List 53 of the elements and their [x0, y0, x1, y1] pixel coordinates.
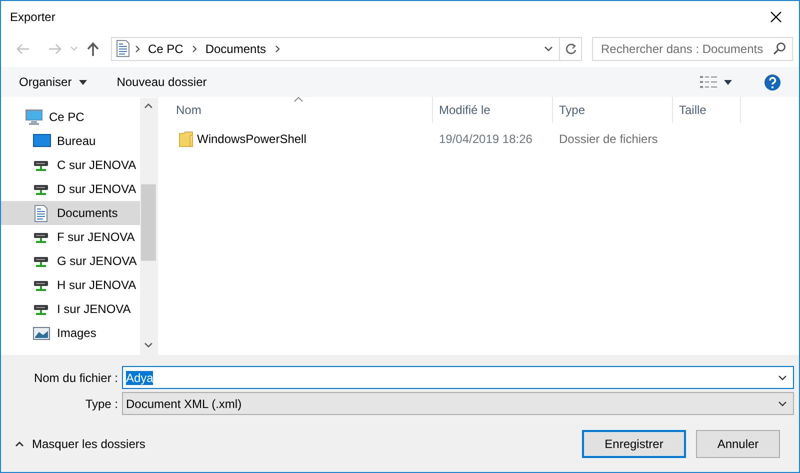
computer-icon: [25, 108, 43, 126]
window-title: Exporter: [10, 8, 56, 26]
details-view-icon: [700, 75, 717, 89]
up-arrow-icon: [85, 40, 101, 56]
picture-icon: [33, 324, 51, 342]
file-type: Dossier de fichiers: [559, 132, 658, 146]
document-icon: [116, 40, 130, 57]
help-icon: [764, 74, 781, 90]
sidebar-item[interactable]: G sur JENOVA: [1, 249, 140, 273]
search-field[interactable]: Rechercher dans : Documents: [592, 36, 793, 60]
breadcrumb-item[interactable]: Ce PC: [144, 40, 188, 58]
chevron-right-icon: [134, 44, 140, 52]
column-header[interactable]: Modifié le: [433, 97, 553, 123]
sidebar-item[interactable]: C sur JENOVA: [1, 153, 140, 177]
chevron-right-icon: [192, 44, 197, 52]
refresh-icon[interactable]: [564, 42, 576, 54]
column-header[interactable]: Nom: [158, 97, 433, 123]
sidebar-item[interactable]: D sur JENOVA: [1, 177, 140, 201]
sidebar-item[interactable]: H sur JENOVA: [1, 273, 140, 297]
date-modified: 19/04/2019 18:26: [439, 132, 532, 146]
column-header[interactable]: Type: [553, 97, 673, 123]
filename-field[interactable]: Adya: [122, 366, 794, 389]
cancel-button[interactable]: Annuler: [696, 430, 780, 458]
column-header[interactable]: Taille: [673, 97, 741, 123]
sidebar-item[interactable]: I sur JENOVA: [1, 297, 140, 321]
new-folder-button[interactable]: Nouveau dossier: [108, 70, 215, 94]
field-label: Nom du fichier :: [32, 370, 119, 386]
chevron-down-icon: [778, 400, 786, 406]
field-label: Type :: [84, 396, 119, 412]
desktop-icon: [33, 132, 51, 150]
file-name[interactable]: WindowsPowerShell: [197, 130, 306, 148]
chevron-up-icon: [15, 441, 24, 447]
chevron-right-icon: [274, 44, 280, 52]
sidebar-item[interactable]: Images: [1, 321, 140, 345]
sidebar-item[interactable]: Documents: [1, 201, 140, 225]
search-icon: [773, 42, 786, 55]
folder-icon: [179, 131, 193, 147]
save-button[interactable]: Enregistrer: [582, 430, 686, 458]
chevron-down-icon: [70, 44, 78, 52]
sidebar-item[interactable]: Bureau: [1, 129, 140, 153]
breadcrumb-item[interactable]: Documents: [201, 40, 270, 58]
chevron-down-icon: [778, 374, 786, 380]
sidebar-item[interactable]: Ce PC: [1, 105, 140, 129]
sidebar-item[interactable]: F sur JENOVA: [1, 225, 140, 249]
address-bar[interactable]: Ce PC Documents: [111, 36, 582, 60]
chevron-down-icon[interactable]: [544, 46, 552, 52]
hide-folders-button[interactable]: Masquer les dossiers: [11, 435, 150, 453]
scrollbar[interactable]: [140, 97, 157, 356]
organize-button[interactable]: Organiser: [11, 70, 95, 94]
file-type-dropdown[interactable]: Document XML (.xml): [122, 392, 794, 415]
caret-down-icon: [78, 80, 87, 84]
caret-down-icon: [724, 80, 732, 84]
close-icon: [770, 10, 782, 22]
